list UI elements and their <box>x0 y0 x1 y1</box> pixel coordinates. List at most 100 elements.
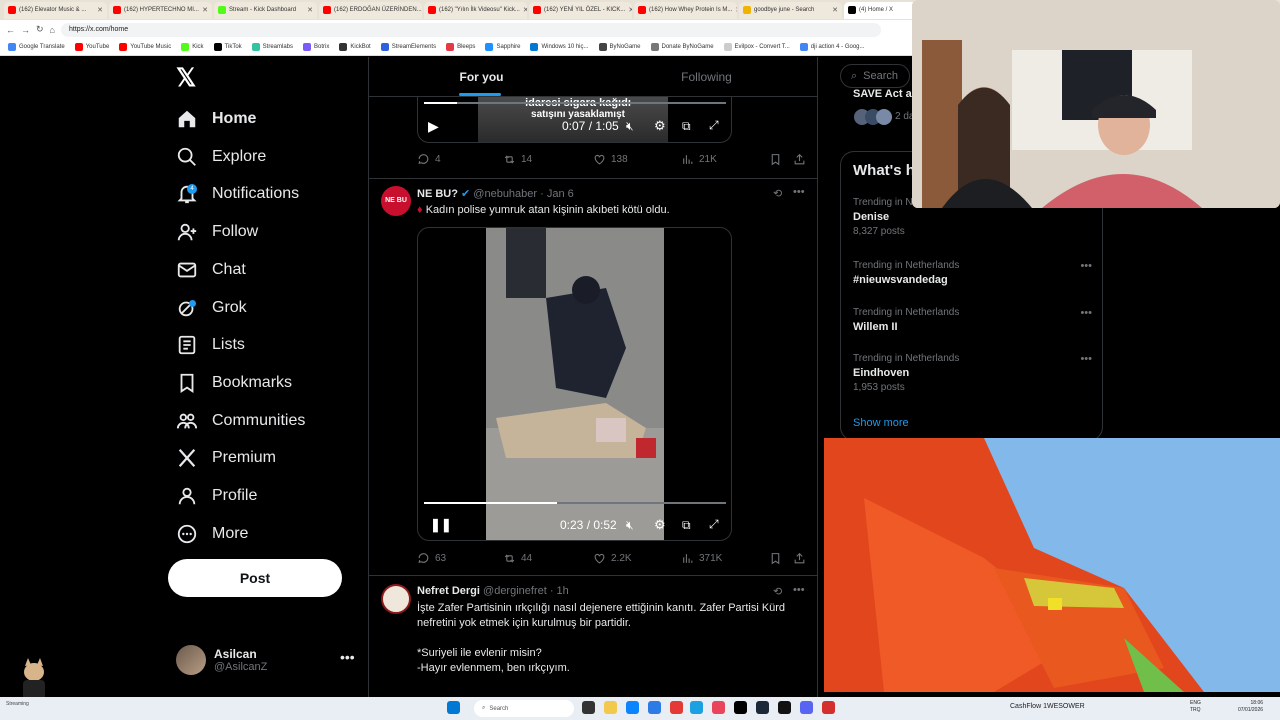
bookmark-button[interactable] <box>769 552 782 565</box>
bookmark-item[interactable]: Sapphire <box>485 43 520 51</box>
more-icon[interactable]: ••• <box>340 649 355 665</box>
post-button[interactable]: Post <box>168 559 342 597</box>
clock[interactable]: 18:06 07/01/2026 <box>1238 700 1263 714</box>
repost-button[interactable]: 14 <box>503 153 532 166</box>
pause-icon[interactable]: ❚❚ <box>430 517 452 533</box>
post-author-name[interactable]: NE BU? <box>417 188 458 200</box>
nav-item-more[interactable]: More <box>176 519 248 549</box>
account-switcher[interactable]: Asilcan @AsilcanZ ••• <box>176 643 356 677</box>
browser-tab[interactable]: (162) "Yılın İlk Videosu" Kick... ✕ <box>424 1 527 19</box>
bookmark-item[interactable]: dji action 4 - Goog... <box>799 43 865 51</box>
close-icon[interactable]: ✕ <box>832 6 838 14</box>
bookmark-button[interactable] <box>769 153 782 166</box>
browser-tab[interactable]: Stream - Kick Dashboard ✕ <box>214 1 317 19</box>
nav-item-follow[interactable]: Follow <box>176 217 258 247</box>
task-view-icon[interactable] <box>582 701 595 714</box>
bookmark-item[interactable]: TikTok <box>213 43 242 51</box>
bookmark-item[interactable]: Windows 10 hiç... <box>530 43 589 51</box>
bookmark-item[interactable]: Donate ByNoGame <box>650 43 714 51</box>
more-icon[interactable]: ••• <box>1080 307 1092 319</box>
mute-icon[interactable]: 🔇︎ <box>626 518 634 533</box>
nav-item-premium[interactable]: Premium <box>176 443 276 473</box>
language-indicator[interactable]: ENG TRQ <box>1190 700 1201 714</box>
nav-item-chat[interactable]: Chat <box>176 255 246 285</box>
views-button[interactable]: 21K <box>681 153 717 166</box>
like-button[interactable]: 138 <box>593 153 628 166</box>
more-icon[interactable]: ••• <box>1080 353 1092 365</box>
bookmark-item[interactable]: Google Translate <box>8 43 65 51</box>
more-icon[interactable]: ••• <box>1080 260 1092 272</box>
back-icon[interactable]: ← <box>6 25 15 35</box>
tab-following[interactable]: Following <box>594 57 817 96</box>
bookmark-item[interactable]: Botrix <box>303 43 329 51</box>
trend-item[interactable]: Trending in Netherlands Willem II ••• <box>853 307 1098 333</box>
bookmark-item[interactable]: Evilpox - Convert T... <box>723 43 790 51</box>
trend-item[interactable]: Trending in Netherlands #nieuwsvandedag ••… <box>853 260 1098 286</box>
nav-item-lists[interactable]: Lists <box>176 330 245 360</box>
video-player[interactable]: idaresi sigara kağıdı satışını yasaklamı… <box>417 97 732 143</box>
news-headline[interactable]: SAVE Act a <box>853 88 912 100</box>
app-icon[interactable] <box>670 701 683 714</box>
repost-button[interactable]: 44 <box>503 552 532 565</box>
share-button[interactable] <box>793 552 806 565</box>
mail-app-icon[interactable] <box>648 701 661 714</box>
video-progress[interactable] <box>424 102 726 104</box>
grok-icon[interactable]: ⟲ <box>773 187 782 200</box>
play-icon[interactable]: ▶ <box>428 118 439 135</box>
x-logo-icon[interactable]: 𝕏 <box>176 66 200 91</box>
obs-icon[interactable] <box>778 701 791 714</box>
bookmark-item[interactable]: KickBot <box>339 43 371 51</box>
browser-tab[interactable]: (162) Elevator Music & ... ✕ <box>4 1 107 19</box>
bookmark-item[interactable]: ByNoGame <box>598 43 641 51</box>
settings-icon[interactable]: ⚙ <box>654 517 666 533</box>
bookmark-item[interactable]: Streamlabs <box>251 43 293 51</box>
chrome-icon[interactable] <box>822 701 835 714</box>
discord-icon[interactable] <box>800 701 813 714</box>
like-button[interactable]: 2.2K <box>593 552 632 565</box>
nav-item-notifications[interactable]: 4 Notifications <box>176 179 299 209</box>
reply-button[interactable]: 63 <box>417 552 446 565</box>
file-explorer-icon[interactable] <box>604 701 617 714</box>
nav-item-home[interactable]: Home <box>176 104 256 134</box>
browser-tab[interactable]: (162) YENİ YIL ÖZEL - KICK... ✕ <box>529 1 632 19</box>
close-icon[interactable]: ✕ <box>735 6 737 14</box>
close-icon[interactable]: ✕ <box>628 6 632 14</box>
video-player[interactable]: ❚❚ 0:23 / 0:52 🔇︎ ⚙ ⧉ ⤢ <box>417 227 732 541</box>
bookmark-item[interactable]: YouTube Music <box>119 43 171 51</box>
mute-icon[interactable]: 🔇︎ <box>626 119 634 134</box>
url-field[interactable]: https://x.com/home <box>60 22 881 37</box>
post-avatar[interactable] <box>381 584 411 614</box>
post-avatar[interactable]: NE BU <box>381 186 411 216</box>
search-input[interactable]: ⌕ Search <box>840 64 910 88</box>
show-more-link[interactable]: Show more <box>853 417 909 429</box>
pip-icon[interactable]: ⧉ <box>682 119 691 134</box>
edge-icon[interactable] <box>690 701 703 714</box>
reply-button[interactable]: 4 <box>417 153 441 166</box>
reload-icon[interactable]: ↻ <box>36 24 44 35</box>
close-icon[interactable]: ✕ <box>307 6 313 14</box>
post-author-handle[interactable]: @derginefret · 1h <box>483 585 569 597</box>
pip-icon[interactable]: ⧉ <box>682 518 691 533</box>
post-author-name[interactable]: Nefret Dergi <box>417 585 480 597</box>
bookmark-item[interactable]: YouTube <box>74 43 109 51</box>
nav-item-explore[interactable]: Explore <box>176 142 266 172</box>
x-app-icon[interactable] <box>734 701 747 714</box>
fullscreen-icon[interactable]: ⤢ <box>709 118 719 133</box>
trend-item[interactable]: Trending in Netherlands Eindhoven 1,953 po… <box>853 353 1098 393</box>
close-icon[interactable]: ✕ <box>202 6 208 14</box>
nav-item-grok[interactable]: Grok <box>176 293 247 323</box>
more-icon[interactable]: ••• <box>793 186 805 198</box>
close-icon[interactable]: ✕ <box>523 6 527 14</box>
forward-icon[interactable]: → <box>21 25 30 35</box>
settings-icon[interactable]: ⚙ <box>654 118 666 134</box>
share-button[interactable] <box>793 153 806 166</box>
tab-for-you[interactable]: For you <box>369 57 594 96</box>
store-icon[interactable] <box>626 701 639 714</box>
bookmark-item[interactable]: Kick <box>181 43 204 51</box>
home-button-icon[interactable]: ⌂ <box>50 25 55 35</box>
app-icon[interactable] <box>712 701 725 714</box>
bookmark-item[interactable]: StreamElements <box>380 43 436 51</box>
grok-icon[interactable]: ⟲ <box>773 585 782 598</box>
nav-item-bookmarks[interactable]: Bookmarks <box>176 368 292 398</box>
close-icon[interactable]: ✕ <box>97 6 103 14</box>
